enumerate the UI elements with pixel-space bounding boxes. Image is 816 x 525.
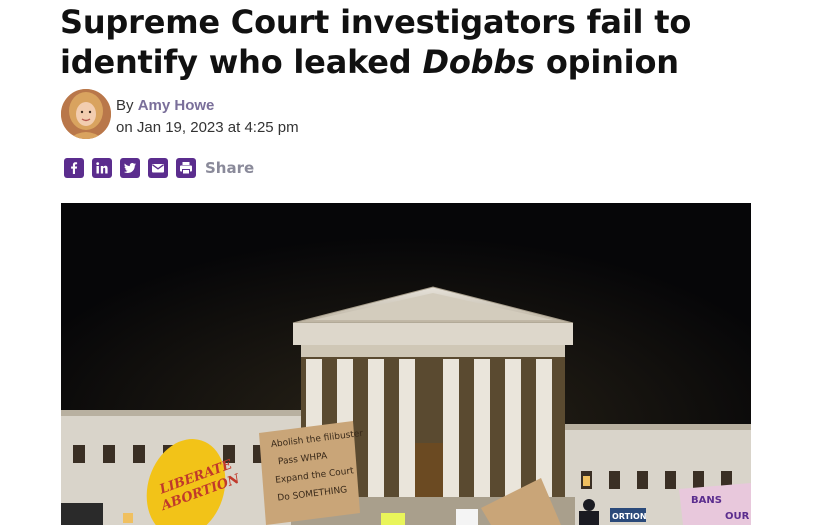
share-bar: Share [64, 158, 254, 178]
linkedin-icon [96, 162, 108, 174]
byline-prefix: By [116, 97, 134, 114]
supreme-court-photo: LIBERATE ABORTION Abolish the filibuster… [61, 203, 751, 525]
linkedin-share-button[interactable] [92, 158, 112, 178]
sign-small-text: ORTION [612, 512, 647, 521]
twitter-icon [123, 163, 136, 173]
author-link[interactable]: Amy Howe [138, 97, 215, 114]
email-share-button[interactable] [148, 158, 168, 178]
print-share-button[interactable] [176, 158, 196, 178]
publish-date: on Jan 19, 2023 at 4:25 pm [116, 119, 299, 136]
facebook-icon [71, 162, 78, 174]
author-line: By Amy Howe [116, 95, 299, 117]
hero-image: LIBERATE ABORTION Abolish the filibuster… [61, 203, 751, 525]
byline: By Amy Howe on Jan 19, 2023 at 4:25 pm [116, 95, 299, 139]
headline-case-name: Dobbs [422, 43, 535, 81]
author-photo [61, 89, 111, 139]
facebook-share-button[interactable] [64, 158, 84, 178]
print-icon [180, 162, 192, 175]
headline-text-2: opinion [534, 43, 679, 81]
email-icon [152, 164, 164, 173]
article-headline: Supreme Court investigators fail to iden… [60, 2, 760, 82]
share-label[interactable]: Share [205, 159, 254, 177]
sign-right-line1: BANS [691, 495, 722, 506]
author-avatar[interactable] [61, 89, 111, 139]
sign-right-line2: OUR [725, 511, 750, 522]
twitter-share-button[interactable] [120, 158, 140, 178]
